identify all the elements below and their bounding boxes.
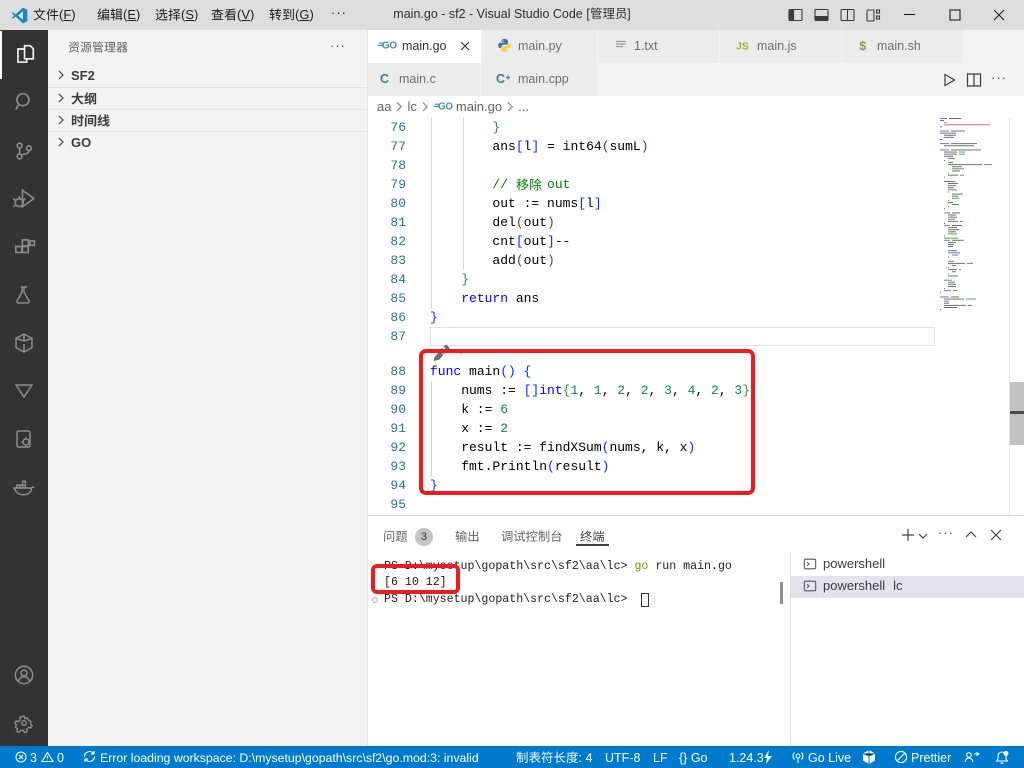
svg-text:JS: JS [736,41,749,53]
svg-text:GO: GO [438,102,453,112]
svg-text:C: C [496,72,505,86]
svg-text:GO: GO [382,41,397,51]
svg-text:$: $ [859,40,867,53]
svg-text:C: C [380,72,389,86]
